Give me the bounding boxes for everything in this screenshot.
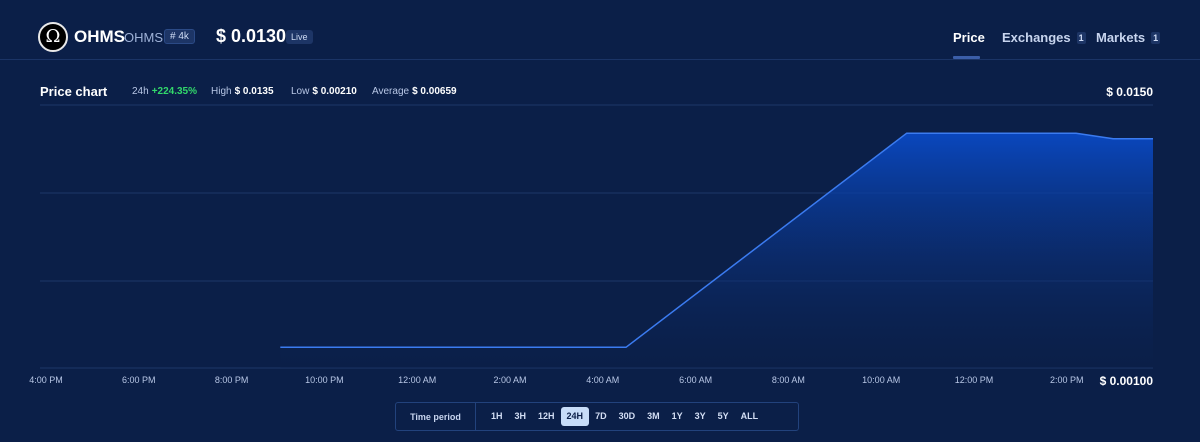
x-tick-label: 12:00 PM bbox=[955, 375, 994, 385]
period-button-24h[interactable]: 24H bbox=[560, 407, 590, 426]
period-button-all[interactable]: ALL bbox=[735, 407, 765, 426]
period-button-3h[interactable]: 3H bbox=[509, 407, 533, 426]
period-button-1h[interactable]: 1H bbox=[485, 407, 509, 426]
x-tick-label: 2:00 AM bbox=[493, 375, 526, 385]
time-period-options: 1H 3H 12H 24H 7D 30D 3M 1Y 3Y 5Y ALL bbox=[476, 407, 764, 426]
x-tick-label: 6:00 PM bbox=[122, 375, 156, 385]
period-button-12h[interactable]: 12H bbox=[532, 407, 561, 426]
x-tick-label: 10:00 AM bbox=[862, 375, 900, 385]
x-tick-label: 4:00 AM bbox=[586, 375, 619, 385]
period-button-3y[interactable]: 3Y bbox=[689, 407, 712, 426]
price-area bbox=[280, 133, 1153, 368]
x-tick-label: 4:00 PM bbox=[29, 375, 63, 385]
time-period-label: Time period bbox=[396, 403, 476, 430]
period-button-3m[interactable]: 3M bbox=[641, 407, 666, 426]
price-chart[interactable]: 4:00 PM 6:00 PM 8:00 PM 10:00 PM 12:00 AM 2:0… bbox=[0, 0, 1200, 400]
x-tick-label: 8:00 AM bbox=[772, 375, 805, 385]
x-tick-label: 2:00 PM bbox=[1050, 375, 1084, 385]
time-period-selector: Time period 1H 3H 12H 24H 7D 30D 3M 1Y 3Y 5Y ALL bbox=[395, 402, 799, 431]
x-axis: 4:00 PM 6:00 PM 8:00 PM 10:00 PM 12:00 AM 2:0… bbox=[29, 375, 1083, 385]
x-tick-label: 12:00 AM bbox=[398, 375, 436, 385]
period-button-7d[interactable]: 7D bbox=[589, 407, 613, 426]
period-button-1y[interactable]: 1Y bbox=[666, 407, 689, 426]
period-button-5y[interactable]: 5Y bbox=[712, 407, 735, 426]
x-tick-label: 6:00 AM bbox=[679, 375, 712, 385]
x-tick-label: 8:00 PM bbox=[215, 375, 249, 385]
period-button-30d[interactable]: 30D bbox=[613, 407, 642, 426]
x-tick-label: 10:00 PM bbox=[305, 375, 344, 385]
